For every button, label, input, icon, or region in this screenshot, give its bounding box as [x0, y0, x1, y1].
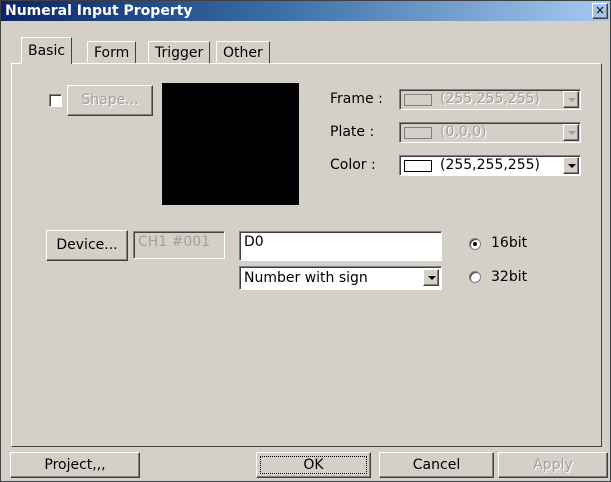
- plate-swatch: [404, 127, 432, 139]
- plate-label: Plate :: [330, 124, 375, 140]
- tab-basic[interactable]: Basic: [21, 37, 73, 64]
- frame-swatch: [404, 94, 432, 106]
- tab-trigger[interactable]: Trigger: [148, 41, 211, 63]
- shape-preview: [162, 83, 299, 205]
- ok-button[interactable]: OK: [256, 452, 371, 478]
- project-button[interactable]: Project,,,: [10, 452, 140, 478]
- chevron-down-icon[interactable]: [423, 269, 439, 286]
- device-address-input[interactable]: D0: [239, 231, 442, 261]
- cancel-button[interactable]: Cancel: [379, 452, 494, 478]
- close-icon[interactable]: ×: [592, 3, 608, 19]
- device-channel-field: CH1 #001: [133, 231, 225, 259]
- number-format-select[interactable]: Number with sign: [239, 266, 442, 290]
- shape-checkbox[interactable]: [49, 94, 62, 107]
- color-swatch: [404, 160, 432, 172]
- radio-32bit-label: 32bit: [491, 269, 528, 285]
- frame-value: (255,255,255): [440, 91, 540, 107]
- apply-button[interactable]: Apply: [498, 452, 608, 478]
- dialog-title: Numeral Input Property: [5, 3, 193, 19]
- plate-value: (0,0,0): [440, 124, 487, 140]
- frame-color-select[interactable]: (255,255,255): [399, 89, 581, 110]
- color-label: Color :: [330, 157, 376, 173]
- tab-form[interactable]: Form: [87, 41, 137, 63]
- dialog-window: Numeral Input Property × Basic Form Trig…: [0, 0, 611, 482]
- color-value: (255,255,255): [440, 157, 540, 173]
- radio-32bit[interactable]: [469, 271, 481, 283]
- chevron-down-icon[interactable]: [563, 157, 579, 174]
- plate-color-select[interactable]: (0,0,0): [399, 122, 581, 143]
- radio-16bit[interactable]: [469, 238, 481, 250]
- color-select[interactable]: (255,255,255): [399, 155, 581, 176]
- number-format-value: Number with sign: [244, 270, 368, 286]
- chevron-down-icon[interactable]: [563, 124, 579, 141]
- shape-button[interactable]: Shape...: [67, 85, 153, 116]
- radio-16bit-label: 16bit: [491, 235, 528, 251]
- chevron-down-icon[interactable]: [563, 91, 579, 108]
- tab-other[interactable]: Other: [216, 41, 270, 63]
- device-button[interactable]: Device...: [46, 230, 128, 261]
- title-bar[interactable]: Numeral Input Property ×: [1, 1, 610, 21]
- frame-label: Frame :: [330, 91, 383, 107]
